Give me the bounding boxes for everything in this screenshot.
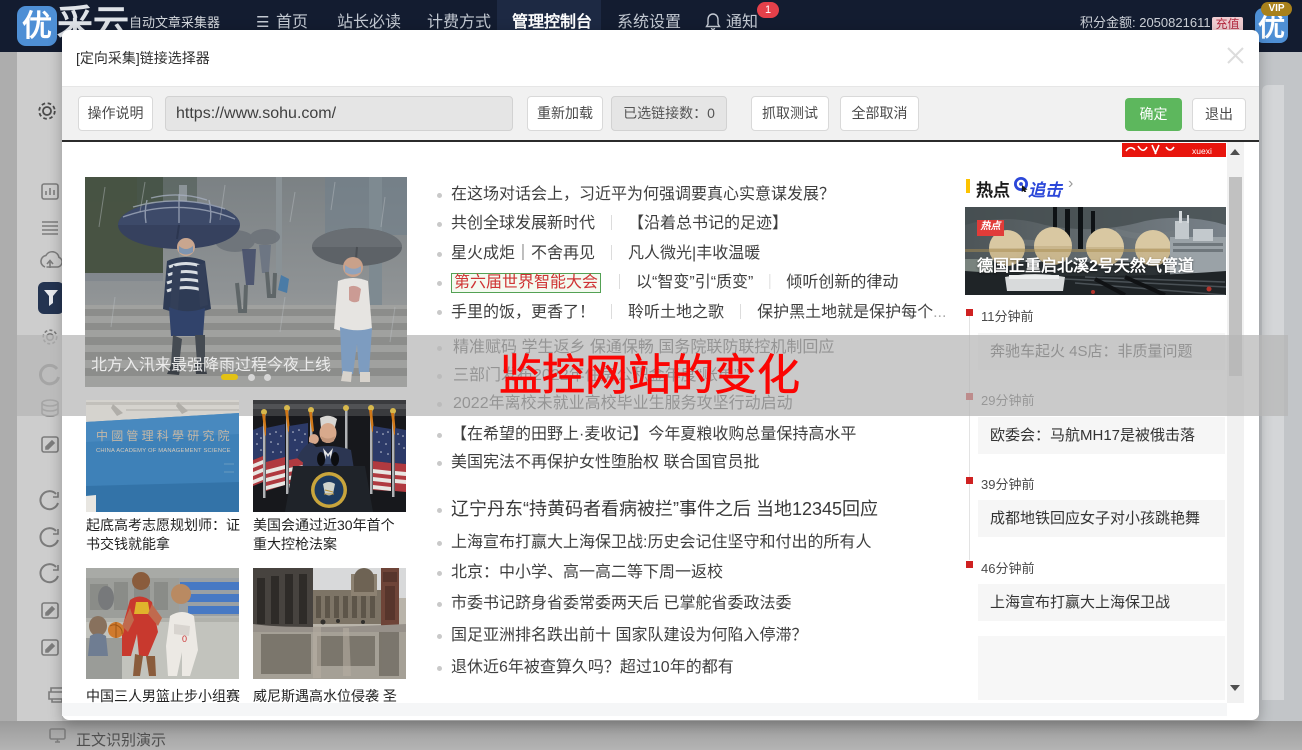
svg-text:0: 0 — [182, 634, 187, 644]
svg-text:CHINA ACADEMY OF MANAGEMENT SC: CHINA ACADEMY OF MANAGEMENT SCIENCE — [96, 448, 231, 454]
svg-text:中國管理科學研究院: 中國管理科學研究院 — [96, 428, 233, 443]
svg-text:xuexi: xuexi — [1192, 146, 1212, 156]
